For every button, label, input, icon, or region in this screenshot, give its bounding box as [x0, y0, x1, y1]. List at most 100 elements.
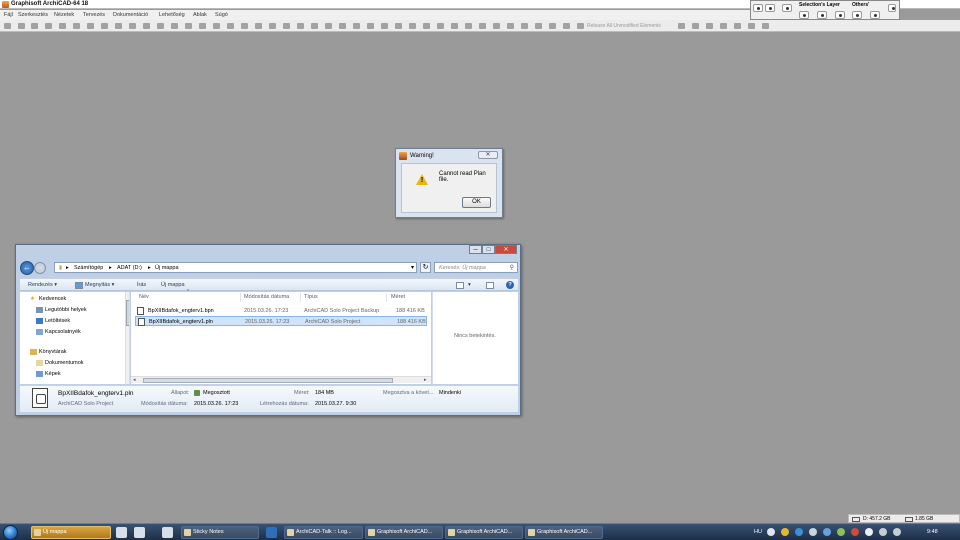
nav-item-pictures[interactable]: Képek — [45, 371, 61, 377]
arrow-icon[interactable] — [101, 23, 108, 29]
fit-icon[interactable] — [563, 23, 570, 29]
column-type[interactable]: Típus — [304, 294, 318, 300]
align-icon[interactable] — [185, 23, 192, 29]
cloud-icon[interactable] — [823, 528, 831, 536]
scroll-thumb[interactable] — [126, 300, 129, 326]
menu-edit[interactable]: Szerkesztés — [18, 12, 48, 18]
menu-views[interactable]: Nézetek — [54, 12, 74, 18]
group-icon[interactable] — [157, 23, 164, 29]
explode-icon[interactable] — [297, 23, 304, 29]
media-player-icon[interactable] — [116, 527, 127, 538]
arc-icon[interactable] — [465, 23, 472, 29]
network-icon[interactable] — [879, 528, 887, 536]
task-archicad-1[interactable]: Graphisoft ArchiCAD... — [365, 526, 443, 539]
nav-item-downloads[interactable]: Letöltések — [45, 318, 70, 324]
breadcrumb-folder[interactable]: Új mappa — [155, 265, 179, 271]
redo-icon[interactable] — [31, 23, 38, 29]
nav-item-recent[interactable]: Legutóbbi helyek — [45, 307, 87, 313]
elevate-icon[interactable] — [283, 23, 290, 29]
eye-icon[interactable] — [765, 4, 775, 12]
breadcrumb-drive[interactable]: ADAT (D:) — [117, 265, 142, 271]
layer-lock-icon[interactable] — [817, 11, 827, 19]
nav-item-desktop[interactable]: Kapcsolatnyék — [45, 329, 81, 335]
level-icon[interactable] — [381, 23, 388, 29]
teamwork-icon[interactable] — [577, 23, 584, 29]
refresh-button[interactable]: ↻ — [420, 262, 431, 273]
mirror-icon[interactable] — [213, 23, 220, 29]
security-icon[interactable] — [837, 528, 845, 536]
favorites-header[interactable]: Kedvencek — [39, 296, 66, 302]
marquee-icon[interactable] — [45, 23, 52, 29]
palette-scroll-icon[interactable] — [888, 4, 896, 12]
teamviewer-icon[interactable] — [266, 527, 277, 538]
fillet-icon[interactable] — [311, 23, 318, 29]
column-name[interactable]: Név — [139, 294, 149, 300]
clock[interactable]: 9:48 — [927, 529, 938, 535]
request-icon[interactable] — [734, 23, 741, 29]
intersect-icon[interactable] — [325, 23, 332, 29]
split-icon[interactable] — [143, 23, 150, 29]
task-archicad-2[interactable]: Graphisoft ArchiCAD... — [445, 526, 523, 539]
table-row[interactable]: BpXIIBdafok_engterv1.bpn 2015.03.26. 17:… — [135, 306, 427, 316]
preview-pane-icon[interactable] — [486, 282, 494, 289]
line-icon[interactable] — [451, 23, 458, 29]
rotate-icon[interactable] — [59, 23, 66, 29]
back-button[interactable]: ← — [20, 261, 34, 275]
chevron-down-icon[interactable]: ▾ — [411, 264, 414, 271]
lock-icon[interactable] — [782, 4, 792, 12]
teamwork-receive-icon[interactable] — [692, 23, 699, 29]
column-divider[interactable] — [386, 293, 387, 302]
menu-file[interactable]: Fájl — [4, 12, 13, 18]
column-modified[interactable]: Módosítás dátuma — [244, 294, 289, 300]
spline-icon[interactable] — [493, 23, 500, 29]
undo-icon[interactable] — [18, 23, 25, 29]
drag-icon[interactable] — [269, 23, 276, 29]
task-archicad-3[interactable]: Graphisoft ArchiCAD... — [525, 526, 603, 539]
adjust-icon[interactable] — [339, 23, 346, 29]
refresh-icon[interactable] — [521, 23, 528, 29]
multiply-icon[interactable] — [353, 23, 360, 29]
teamwork-send-icon[interactable] — [678, 23, 685, 29]
libraries-header[interactable]: Könyvtárak — [39, 349, 67, 355]
table-row-selected[interactable]: BpXIIBdafok_engterv1.pln 2015.03.26. 17:… — [135, 316, 427, 326]
antivirus-icon[interactable] — [851, 528, 859, 536]
volume-icon[interactable] — [893, 528, 901, 536]
close-button[interactable]: ✕ — [478, 151, 498, 159]
menu-window[interactable]: Ablak — [193, 12, 207, 18]
task-explorer[interactable]: Új mappa — [31, 526, 111, 539]
new-folder-button[interactable]: Új mappa — [161, 282, 185, 288]
open-with-button[interactable]: Megnyitás ▾ — [85, 282, 114, 288]
column-divider[interactable] — [300, 293, 301, 302]
help-icon[interactable]: ? — [506, 281, 514, 289]
column-size[interactable]: Méret — [391, 294, 405, 300]
layer-eye-icon[interactable] — [799, 11, 809, 19]
layer-toggle-icon[interactable] — [753, 4, 763, 12]
dimension-icon[interactable] — [367, 23, 374, 29]
ungroup-icon[interactable] — [171, 23, 178, 29]
release-icon[interactable] — [720, 23, 727, 29]
menu-help[interactable]: Súgó — [215, 12, 228, 18]
fill-icon[interactable] — [437, 23, 444, 29]
column-divider[interactable] — [240, 293, 241, 302]
move-down-icon[interactable] — [87, 23, 94, 29]
message-icon[interactable] — [748, 23, 755, 29]
minimize-button[interactable]: ─ — [469, 245, 482, 254]
pointer-icon[interactable] — [4, 23, 11, 29]
reserve-icon[interactable] — [706, 23, 713, 29]
resize-icon[interactable] — [255, 23, 262, 29]
hotspot-icon[interactable] — [423, 23, 430, 29]
forward-button[interactable]: → — [34, 262, 46, 274]
move-up-icon[interactable] — [73, 23, 80, 29]
flag-icon[interactable] — [809, 528, 817, 536]
others-lock-icon[interactable] — [870, 11, 880, 19]
corner-icon[interactable] — [115, 23, 122, 29]
horizontal-scrollbar[interactable]: ◂ ▸ — [131, 376, 431, 383]
release-elements-button[interactable]: Release All Unmodified Elements — [587, 23, 661, 29]
others-eye-icon[interactable] — [852, 11, 862, 19]
label-icon[interactable] — [409, 23, 416, 29]
maximize-button[interactable]: □ — [482, 245, 495, 254]
start-button[interactable] — [3, 525, 18, 540]
layer-wire-icon[interactable] — [835, 11, 845, 19]
users-icon[interactable] — [762, 23, 769, 29]
burn-button[interactable]: Írás — [137, 282, 146, 288]
